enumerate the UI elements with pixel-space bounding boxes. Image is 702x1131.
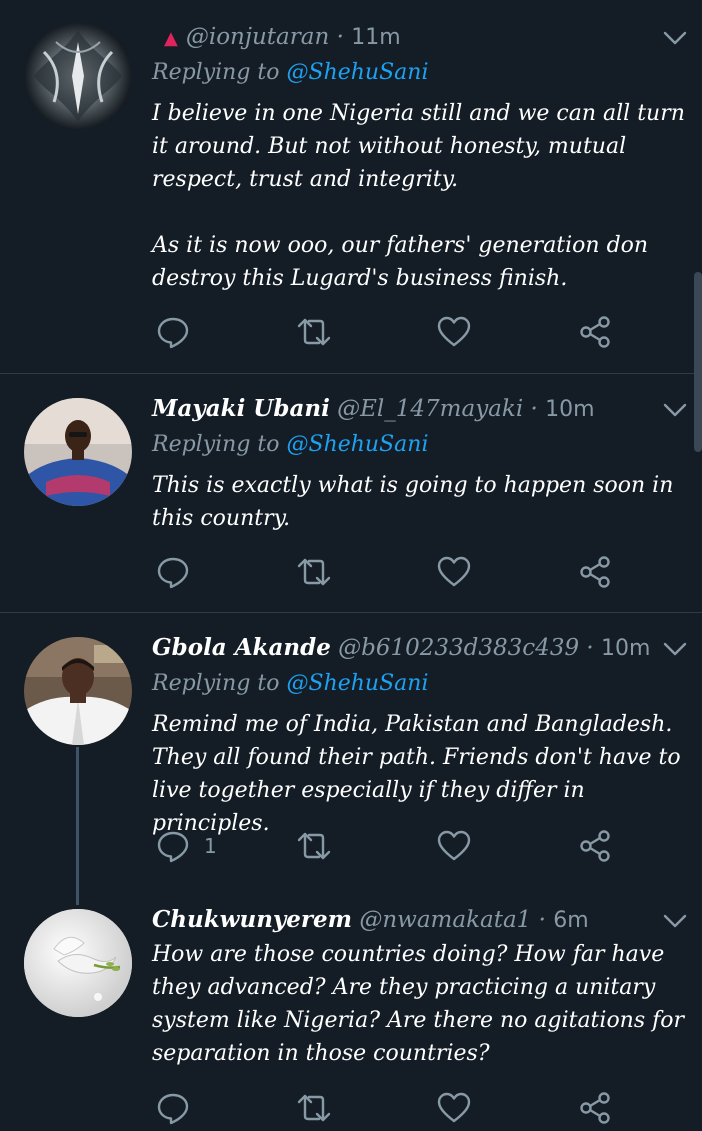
share-icon: [580, 556, 610, 588]
tweet[interactable]: Chukwunyerem @nwamakata1 · 6m How are th…: [0, 888, 702, 1131]
tweet-actions: [152, 554, 622, 590]
tweet-header: Mayaki Ubani @El_147mayaki · 10m: [152, 394, 662, 425]
share-icon: [580, 316, 610, 348]
avatar[interactable]: [24, 398, 132, 506]
like-icon: [437, 1092, 471, 1123]
reply-button[interactable]: [156, 554, 204, 590]
avatar[interactable]: [24, 637, 132, 745]
timeline-feed: ▲ @ionjutaran · 11m Replying to @ShehuSan…: [0, 0, 702, 1131]
warning-icon: ▲: [164, 28, 178, 49]
like-button[interactable]: [437, 314, 471, 350]
separator-dot: ·: [530, 396, 538, 422]
reply-icon: [157, 831, 189, 863]
replying-to: Replying to @ShehuSani: [152, 669, 429, 699]
tweet-text: I believe in one Nigeria still and we ca…: [152, 101, 685, 291]
replying-label: Replying to: [152, 671, 280, 696]
user-name[interactable]: Mayaki Ubani: [152, 395, 330, 422]
like-icon: [437, 316, 471, 347]
reply-count: 1: [204, 834, 217, 858]
timestamp[interactable]: 11m: [351, 25, 400, 50]
reply-button[interactable]: [156, 1090, 204, 1126]
user-handle[interactable]: @ionjutaran: [186, 24, 329, 50]
share-button[interactable]: [578, 828, 612, 864]
retweet-icon: [297, 318, 331, 346]
tweet-text: How are those countries doing? How far h…: [152, 942, 692, 1066]
mention-link[interactable]: @ShehuSani: [287, 671, 429, 696]
separator-dot: ·: [538, 907, 546, 933]
user-name[interactable]: Chukwunyerem: [152, 906, 352, 933]
reply-button[interactable]: 1: [156, 828, 217, 864]
share-icon: [580, 1092, 610, 1124]
user-name[interactable]: Gbola Akande: [152, 634, 331, 661]
tweet-actions: [152, 1090, 622, 1126]
reply-icon: [157, 1093, 189, 1125]
like-icon: [437, 830, 471, 861]
chevron-down-icon[interactable]: [662, 635, 688, 661]
like-icon: [437, 556, 471, 587]
tweet-text: This is exactly what is going to happen …: [152, 473, 681, 531]
avatar[interactable]: [24, 909, 132, 1017]
retweet-button[interactable]: [295, 828, 333, 864]
replying-label: Replying to: [152, 60, 280, 85]
tweet-header: Gbola Akande @b610233d383c439 · 10m: [152, 633, 662, 664]
chevron-down-icon[interactable]: [662, 396, 688, 422]
tweet-text: Remind me of India, Pakistan and Banglad…: [152, 712, 688, 836]
like-button[interactable]: [437, 554, 471, 590]
mention-link[interactable]: @ShehuSani: [287, 60, 429, 85]
retweet-icon: [297, 1094, 331, 1122]
tweet-actions: [152, 314, 622, 350]
tweet[interactable]: Mayaki Ubani @El_147mayaki · 10m Replyin…: [0, 374, 702, 612]
chevron-down-icon[interactable]: [662, 24, 688, 50]
share-button[interactable]: [578, 1090, 612, 1126]
share-button[interactable]: [578, 314, 612, 350]
share-button[interactable]: [578, 554, 612, 590]
tweet-header: ▲ @ionjutaran · 11m: [152, 22, 662, 54]
retweet-button[interactable]: [295, 314, 333, 350]
user-handle[interactable]: @nwamakata1: [359, 907, 531, 933]
retweet-icon: [297, 832, 331, 860]
tweet[interactable]: ▲ @ionjutaran · 11m Replying to @ShehuSan…: [0, 0, 702, 373]
retweet-button[interactable]: [295, 1090, 333, 1126]
mention-link[interactable]: @ShehuSani: [287, 432, 429, 457]
timestamp[interactable]: 10m: [545, 397, 594, 422]
like-button[interactable]: [437, 828, 471, 864]
timestamp[interactable]: 10m: [601, 636, 650, 661]
replying-label: Replying to: [152, 432, 280, 457]
share-icon: [580, 830, 610, 862]
user-handle[interactable]: @El_147mayaki: [337, 396, 523, 422]
retweet-icon: [297, 558, 331, 586]
like-button[interactable]: [437, 1090, 471, 1126]
user-handle[interactable]: @b610233d383c439: [338, 635, 579, 661]
avatar[interactable]: [24, 22, 132, 130]
timestamp[interactable]: 6m: [553, 908, 588, 933]
tweet[interactable]: Gbola Akande @b610233d383c439 · 10m Repl…: [0, 613, 702, 888]
tweet-header: Chukwunyerem @nwamakata1 · 6m: [152, 905, 662, 936]
reply-button[interactable]: [156, 314, 204, 350]
retweet-button[interactable]: [295, 554, 333, 590]
replying-to: Replying to @ShehuSani: [152, 430, 429, 460]
separator-dot: ·: [586, 635, 594, 661]
separator-dot: ·: [336, 24, 344, 50]
scrollbar[interactable]: [694, 272, 702, 452]
tweet-actions: 1: [152, 828, 622, 864]
replying-to: Replying to @ShehuSani: [152, 58, 429, 88]
reply-icon: [157, 557, 189, 589]
chevron-down-icon[interactable]: [662, 907, 688, 933]
reply-icon: [157, 317, 189, 349]
